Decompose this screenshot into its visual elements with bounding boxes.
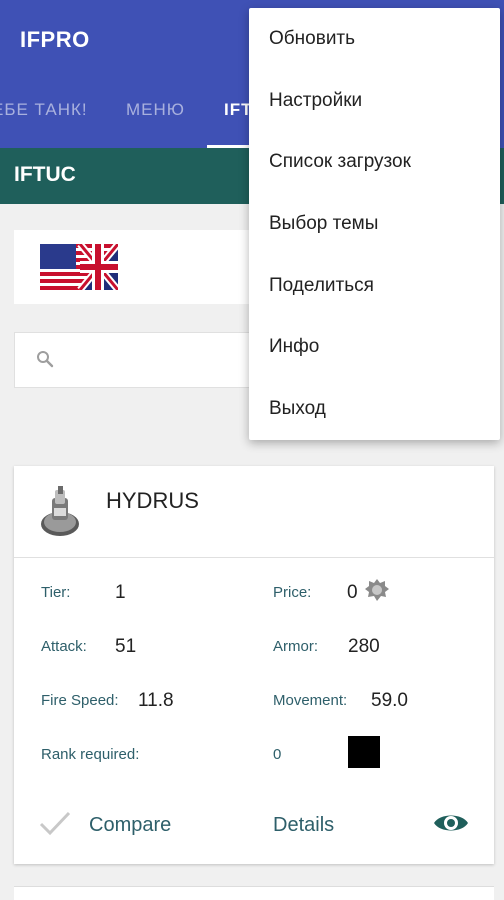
rank-value: 0	[273, 746, 282, 763]
menu-item-theme[interactable]: Выбор темы	[249, 193, 500, 254]
check-icon[interactable]	[38, 810, 72, 836]
armor-label: Armor:	[273, 638, 318, 655]
uk-us-flag-icon[interactable]	[40, 244, 118, 290]
compare-button[interactable]: Compare	[89, 814, 171, 837]
rank-label: Rank required:	[41, 746, 140, 763]
menu-item-refresh[interactable]: Обновить	[249, 8, 500, 69]
tank-name: HYDRUS	[106, 488, 199, 513]
app-title: IFPRO	[20, 27, 90, 52]
tier-value: 1	[115, 582, 126, 603]
menu-item-downloads[interactable]: Список загрузок	[249, 131, 500, 192]
overflow-menu: Обновить Настройки Список загрузок Выбор…	[249, 8, 500, 440]
menu-item-share[interactable]: Поделиться	[249, 255, 500, 316]
armor-value: 280	[348, 636, 380, 657]
attack-label: Attack:	[41, 638, 87, 655]
tank-card: HYDRUS Tier: 1 Price: 0 Attack: 51 Armor…	[14, 466, 494, 864]
eye-icon[interactable]	[432, 810, 470, 836]
price-label: Price:	[273, 584, 312, 601]
search-icon	[37, 351, 54, 368]
attack-value: 51	[115, 636, 137, 657]
gear-currency-icon	[365, 579, 389, 601]
fire-speed-value: 11.8	[138, 690, 174, 711]
menu-item-settings[interactable]: Настройки	[249, 70, 500, 131]
next-tank-card	[14, 886, 494, 900]
movement-label: Movement:	[273, 692, 348, 709]
price-value: 0	[347, 582, 358, 603]
tab-tank[interactable]: ЕБЕ ТАНК!	[0, 100, 88, 120]
rank-swatch	[348, 736, 380, 768]
movement-value: 59.0	[371, 690, 408, 711]
fire-speed-label: Fire Speed:	[41, 692, 119, 709]
menu-item-exit[interactable]: Выход	[249, 378, 500, 439]
divider	[14, 557, 494, 558]
tank-icon	[41, 486, 79, 536]
details-button[interactable]: Details	[273, 814, 334, 837]
tab-menu[interactable]: МЕНЮ	[126, 100, 185, 120]
tier-label: Tier:	[41, 584, 71, 601]
section-title: IFTUC	[14, 163, 76, 186]
menu-item-info[interactable]: Инфо	[249, 316, 500, 377]
